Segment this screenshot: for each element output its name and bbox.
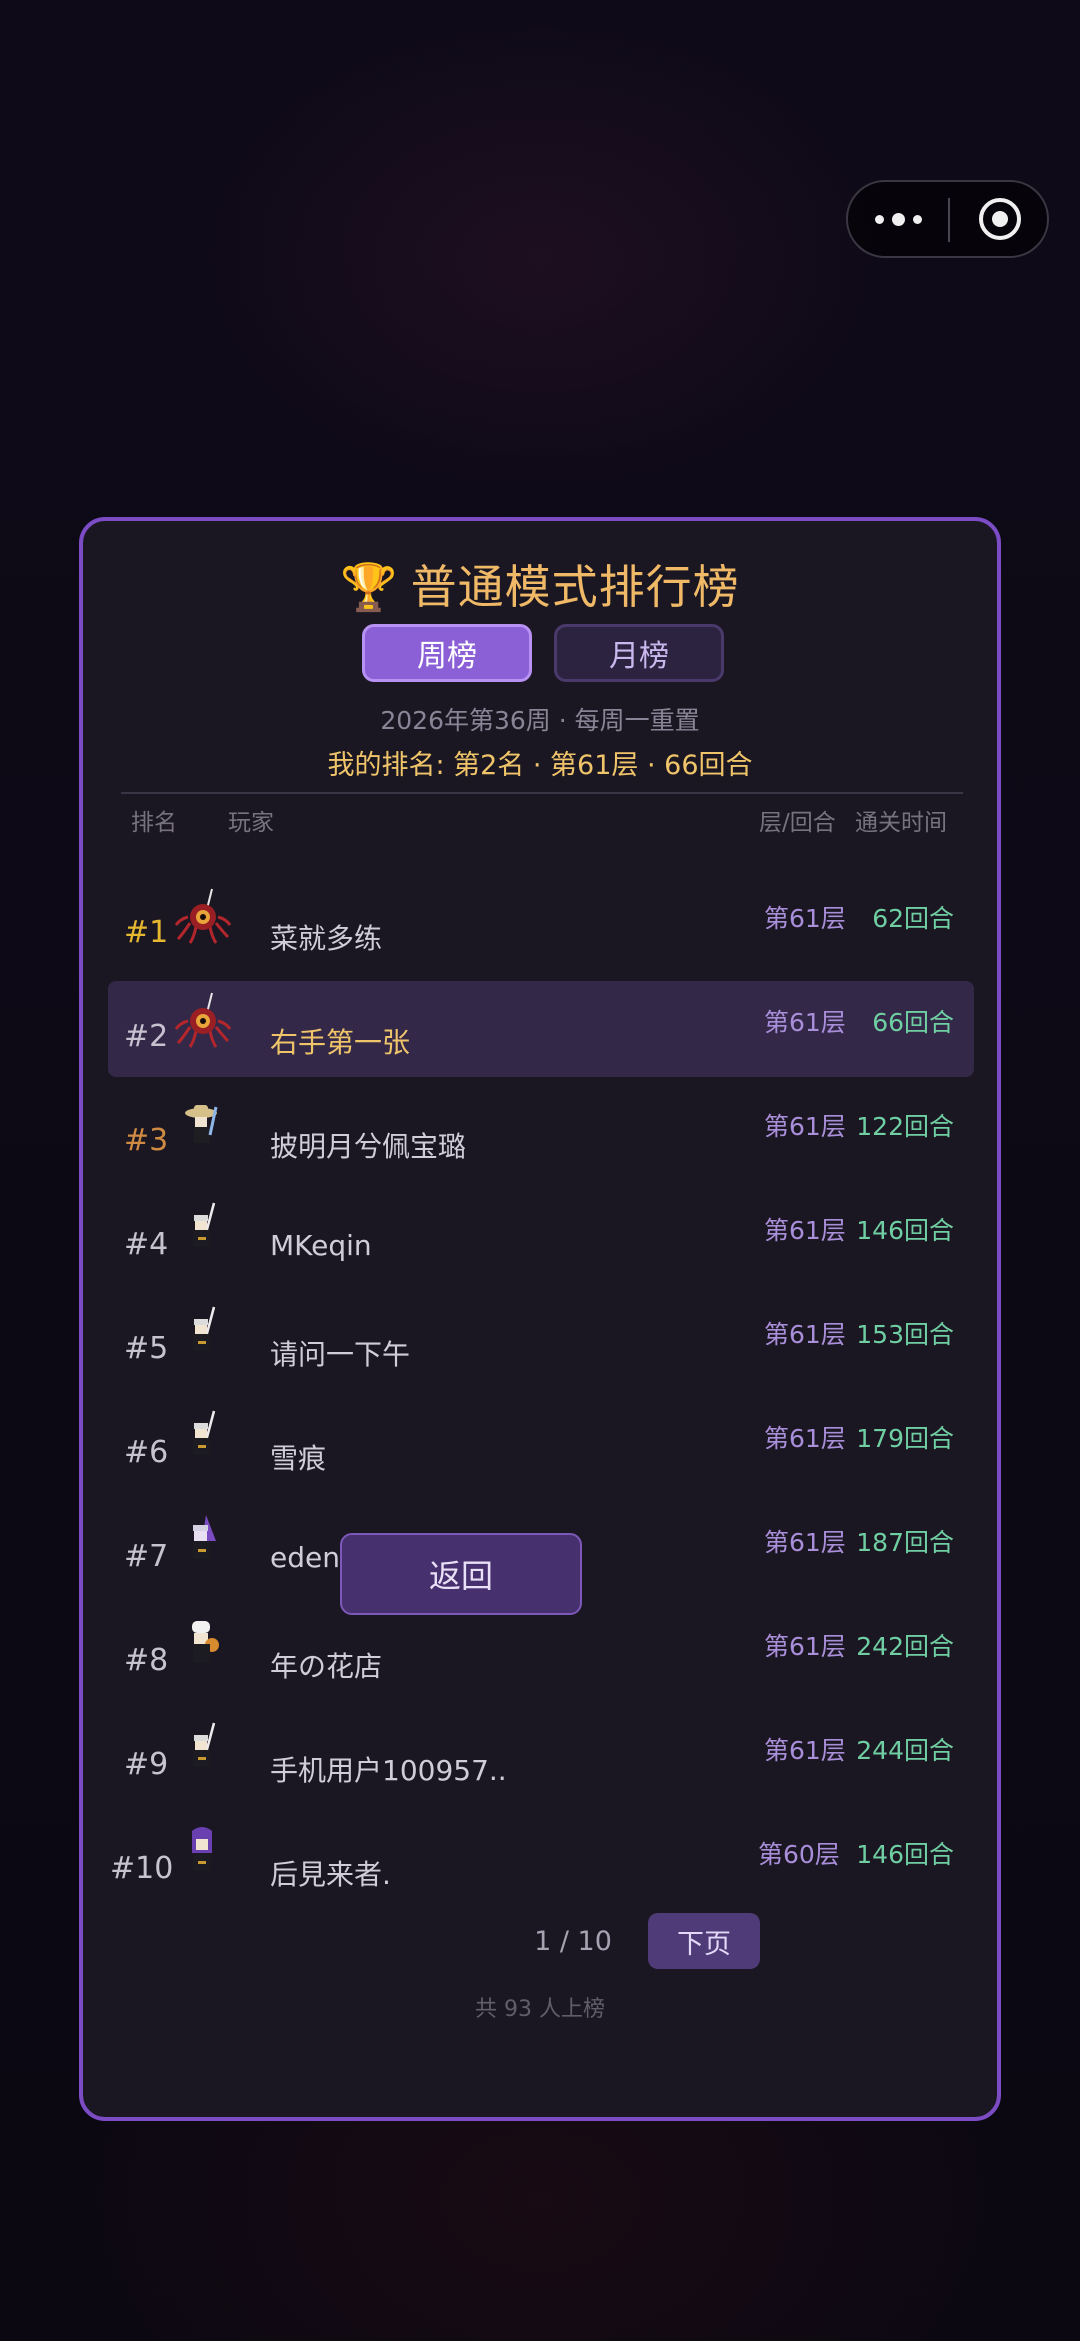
total-count: 共 93 人上榜	[475, 1997, 605, 2022]
leaderboard-row[interactable]: #5 请问一下午 第61层 153回合	[108, 1293, 974, 1389]
row-player-name: 右手第一张	[270, 1026, 411, 1059]
row-floor: 第61层	[764, 1528, 846, 1557]
leaderboard-row[interactable]: #3 披明月兮佩宝璐 第61层 122回合	[108, 1085, 974, 1181]
row-player-name: 请问一下午	[270, 1338, 411, 1371]
next-page-button[interactable]: 下页	[648, 1913, 760, 1969]
row-floor: 第61层	[764, 1736, 846, 1765]
header-player: 玩家	[228, 810, 274, 836]
tab-monthly[interactable]: 月榜	[554, 624, 724, 682]
row-rounds: 62回合	[872, 904, 954, 933]
header-rank: 排名	[131, 810, 177, 836]
row-rounds: 244回合	[856, 1736, 954, 1765]
row-player-name: 雪痕	[270, 1442, 327, 1475]
row-player-name: 菜就多练	[270, 922, 383, 955]
page-indicator: 1 / 10	[534, 1926, 612, 1957]
row-rounds: 146回合	[856, 1216, 954, 1245]
row-rounds: 146回合	[856, 1840, 954, 1869]
swordsman-avatar	[174, 1407, 232, 1465]
row-player-name: 后見来者.	[270, 1858, 391, 1891]
swordsman-avatar	[174, 1719, 232, 1777]
header-divider	[121, 792, 963, 794]
row-floor: 第61层	[764, 1112, 846, 1141]
row-player-name: 披明月兮佩宝璐	[270, 1130, 467, 1163]
leaderboard-row[interactable]: #2 右手第一张 第61层 66回合	[108, 981, 974, 1077]
leaderboard-row[interactable]: #6 雪痕 第61层 179回合	[108, 1397, 974, 1493]
leaderboard-row[interactable]: #8 年の花店 第61层 242回合	[108, 1605, 974, 1701]
hat-swordsman-avatar	[174, 1095, 232, 1153]
row-rounds: 153回合	[856, 1320, 954, 1349]
mini-program-capsule	[846, 180, 1049, 258]
swordsman-avatar	[174, 1199, 232, 1257]
purple-mage-avatar	[174, 1511, 232, 1569]
row-floor: 第61层	[764, 1320, 846, 1349]
row-rounds: 122回合	[856, 1112, 954, 1141]
red-eye-monster-avatar	[174, 887, 232, 945]
row-rounds: 179回合	[856, 1424, 954, 1453]
week-info: 2026年第36周 · 每周一重置	[380, 706, 700, 735]
row-floor: 第61层	[764, 904, 846, 933]
header-clear-time: 通关时间	[855, 810, 947, 836]
purple-hood-avatar	[174, 1823, 232, 1881]
trophy-icon: 🏆	[340, 560, 399, 614]
leaderboard-row[interactable]: #10 后見来者. 第60层 146回合	[108, 1813, 974, 1909]
row-floor: 第61层	[764, 1632, 846, 1661]
row-player-name: eden	[270, 1541, 340, 1574]
back-button[interactable]: 返回	[340, 1533, 582, 1615]
leaderboard-row[interactable]: #9 手机用户100957.. 第61层 244回合	[108, 1709, 974, 1805]
row-rounds: 187回合	[856, 1528, 954, 1557]
header-floor-round: 层/回合	[759, 810, 836, 836]
red-eye-monster-avatar	[174, 991, 232, 1049]
leaderboard-row[interactable]: #1 菜就多练 第61层 62回合	[108, 877, 974, 973]
row-floor: 第61层	[764, 1008, 846, 1037]
leaderboard-row[interactable]: #4 MKeqin 第61层 146回合	[108, 1189, 974, 1285]
more-dots-icon[interactable]	[848, 182, 949, 256]
leaderboard-title: 🏆 普通模式排行榜	[340, 560, 740, 614]
chef-avatar	[174, 1615, 232, 1673]
row-floor: 第61层	[764, 1216, 846, 1245]
close-circle-icon[interactable]	[950, 182, 1049, 256]
row-rounds: 66回合	[872, 1008, 954, 1037]
leaderboard-panel: 🏆 普通模式排行榜 周榜 月榜 2026年第36周 · 每周一重置 我的排名: 第…	[79, 517, 1001, 2121]
row-floor: 第61层	[764, 1424, 846, 1453]
tab-weekly[interactable]: 周榜	[362, 624, 532, 682]
row-rounds: 242回合	[856, 1632, 954, 1661]
row-player-name: MKeqin	[270, 1229, 372, 1262]
my-rank: 我的排名: 第2名 · 第61层 · 66回合	[327, 750, 753, 781]
row-player-name: 手机用户100957..	[270, 1754, 507, 1787]
swordsman-avatar	[174, 1303, 232, 1361]
row-floor: 第60层	[758, 1840, 840, 1869]
row-player-name: 年の花店	[270, 1650, 383, 1683]
